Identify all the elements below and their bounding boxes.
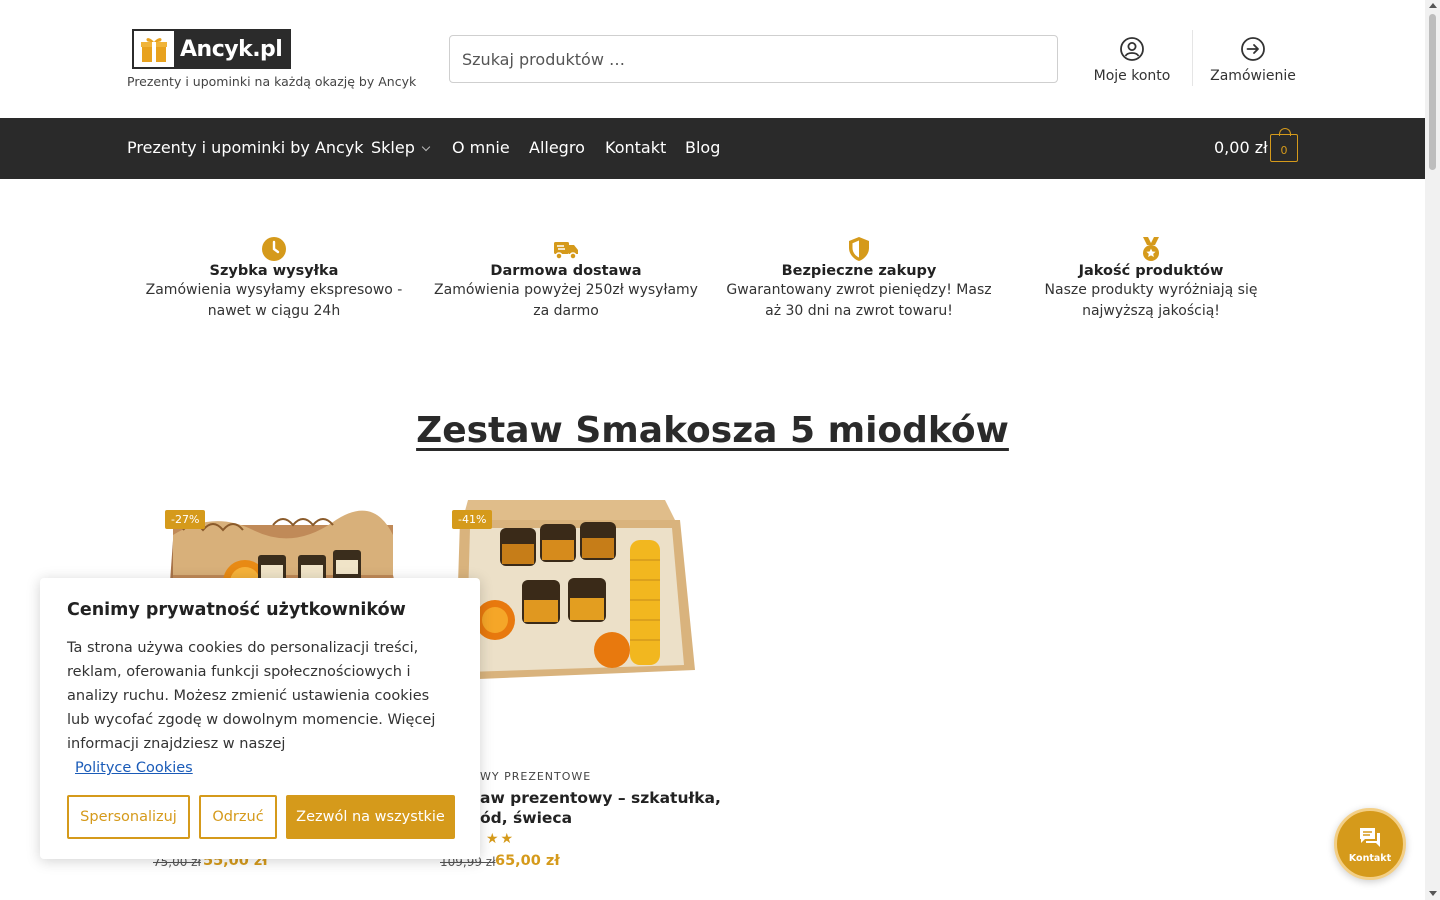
scrollbar-thumb[interactable] bbox=[1429, 14, 1436, 170]
cart-total[interactable]: 0,00 zł bbox=[1214, 138, 1268, 157]
account-link[interactable]: Moje konto bbox=[1092, 36, 1172, 84]
chat-button[interactable]: Kontakt bbox=[1334, 808, 1406, 880]
feature-title: Szybka wysyłka bbox=[209, 263, 339, 279]
header-divider bbox=[1192, 30, 1193, 86]
feature-title: Darmowa dostawa bbox=[490, 263, 642, 279]
discount-badge: -41% bbox=[452, 510, 493, 529]
nav-item-contact[interactable]: Kontakt bbox=[605, 138, 666, 157]
chevron-down-icon bbox=[421, 142, 431, 152]
nav-item-shop-label: Sklep bbox=[371, 138, 415, 157]
nav-item-home[interactable]: Prezenty i upominki by Ancyk bbox=[127, 138, 364, 157]
rating-stars: ★★ bbox=[486, 831, 516, 847]
site-logo[interactable]: Ancyk.pl bbox=[132, 29, 291, 69]
feature-desc: Zamówienia wysyłamy ekspresowo - nawet w… bbox=[145, 282, 403, 319]
feature-desc: Nasze produkty wyróżniają się najwyższą … bbox=[1044, 282, 1258, 319]
feature-quality: Jakość produktów Nasze produkty wyróżnia… bbox=[1016, 235, 1286, 322]
chat-label: Kontakt bbox=[1348, 852, 1392, 864]
discount-badge: -27% bbox=[165, 510, 206, 529]
medal-icon bbox=[1143, 237, 1159, 261]
page-scrollbar[interactable] bbox=[1425, 0, 1440, 900]
clock-icon bbox=[262, 237, 286, 261]
cookie-title: Cenimy prywatność użytkowników bbox=[67, 600, 406, 620]
scroll-up-icon[interactable] bbox=[1429, 3, 1437, 8]
cart-count: 0 bbox=[1280, 143, 1288, 157]
account-label: Moje konto bbox=[1093, 68, 1171, 84]
feature-fast-shipping: Szybka wysyłka Zamówienia wysyłamy ekspr… bbox=[139, 235, 409, 322]
search-input[interactable] bbox=[449, 35, 1058, 83]
arrow-circle-right-icon bbox=[1241, 37, 1265, 61]
cookie-policy-link[interactable]: Polityce Cookies bbox=[75, 756, 193, 780]
feature-free-delivery: Darmowa dostawa Zamówienia powyżej 250zł… bbox=[431, 235, 701, 322]
new-price: 65,00 zł bbox=[495, 853, 560, 869]
nav-item-about[interactable]: O mnie bbox=[452, 138, 510, 157]
shield-icon bbox=[849, 237, 869, 261]
site-tagline: Prezenty i upominki na każdą okazję by A… bbox=[127, 74, 417, 89]
order-label: Zamówienie bbox=[1210, 68, 1296, 84]
main-nav: Prezenty i upominki by Ancyk Sklep O mni… bbox=[0, 118, 1425, 179]
cookie-text: Ta strona używa cookies do personalizacj… bbox=[67, 640, 436, 752]
accept-all-button[interactable]: Zezwól na wszystkie bbox=[286, 795, 455, 839]
feature-safe-shopping: Bezpieczne zakupy Gwarantowany zwrot pie… bbox=[724, 235, 994, 322]
truck-icon bbox=[554, 242, 578, 260]
reject-button[interactable]: Odrzuć bbox=[199, 795, 277, 839]
site-header: Ancyk.pl Prezenty i upominki na każdą ok… bbox=[0, 0, 1425, 118]
gift-icon bbox=[134, 31, 174, 67]
feature-title: Jakość produktów bbox=[1078, 263, 1224, 279]
order-link[interactable]: Zamówienie bbox=[1206, 36, 1300, 84]
section-title: Zestaw Smakosza 5 miodków bbox=[0, 410, 1425, 451]
cart-bag-icon[interactable]: 0 bbox=[1270, 128, 1298, 162]
product-category[interactable]: WY PREZENTOWE bbox=[480, 770, 591, 783]
product-name[interactable]: aw prezentowy – szkatułka, ód, świeca bbox=[480, 788, 740, 828]
feature-title: Bezpieczne zakupy bbox=[781, 263, 937, 279]
scroll-down-icon[interactable] bbox=[1429, 891, 1437, 896]
nav-item-blog[interactable]: Blog bbox=[685, 138, 720, 157]
cookie-buttons: Spersonalizuj Odrzuć Zezwól na wszystkie bbox=[67, 795, 455, 839]
user-circle-icon bbox=[1120, 37, 1144, 61]
section-title-link[interactable]: Zestaw Smakosza 5 miodków bbox=[416, 410, 1009, 451]
logo-text: Ancyk.pl bbox=[180, 36, 283, 62]
chat-icon bbox=[1360, 827, 1380, 847]
page: Ancyk.pl Prezenty i upominki na każdą ok… bbox=[0, 0, 1425, 900]
feature-desc: Gwarantowany zwrot pieniędzy! Masz aż 30… bbox=[726, 282, 992, 319]
nav-item-shop[interactable]: Sklep bbox=[371, 138, 431, 157]
nav-item-allegro[interactable]: Allegro bbox=[529, 138, 585, 157]
feature-desc: Zamówienia powyżej 250zł wysyłamy za dar… bbox=[434, 282, 698, 319]
customize-button[interactable]: Spersonalizuj bbox=[67, 795, 190, 839]
cookie-consent-dialog: Cenimy prywatność użytkowników Ta strona… bbox=[40, 578, 480, 859]
